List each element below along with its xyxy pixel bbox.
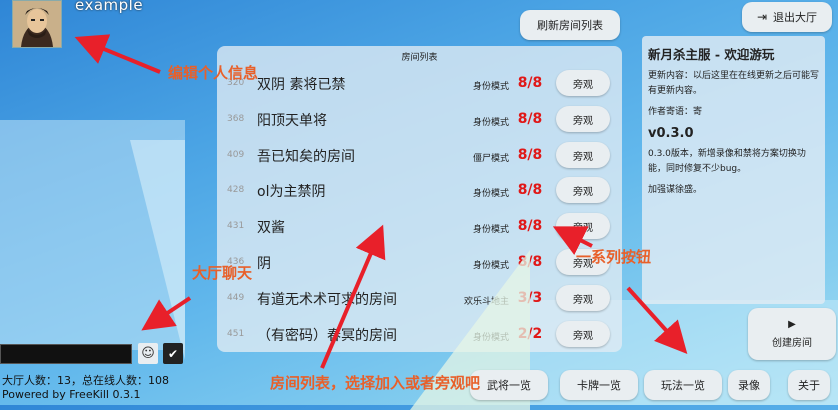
room-player-count: 8/8 [517,111,543,127]
about-button[interactable]: 关于 [788,370,830,400]
server-info-panel: 新月杀主服 - 欢迎游玩 更新内容：以后这里在在线更新之后可能写有更新内容。 作… [642,36,825,304]
update-text: 更新内容：以后这里在在线更新之后可能写有更新内容。 [648,71,820,96]
room-player-count: 8/8 [517,218,543,234]
annotation-lobby-chat: 大厅聊天 [192,264,253,282]
server-info-title: 新月杀主服 - 欢迎游玩 [648,47,775,62]
room-id: 368 [227,114,245,124]
spectate-button[interactable]: 旁观 [556,177,610,203]
general-overview-button[interactable]: 武将一览 [470,370,548,400]
arrow-profile [74,34,161,74]
annotation-profile: 编辑个人信息 [168,64,259,82]
spectate-button[interactable]: 旁观 [556,321,610,347]
room-name: ol为主禁阴 [257,184,326,200]
checkmark-icon[interactable]: ✔ [163,343,183,364]
author-text: 作者寄语：寄 [648,107,703,117]
create-room-label: 创建房间 [772,338,812,349]
room-mode: 身份模式 [472,189,509,199]
replay-button[interactable]: 录像 [728,370,770,400]
annotation-buttons: 一系列按钮 [576,248,652,266]
room-row[interactable]: 320 双阴 素将已禁 身份模式 8/8 旁观 [217,66,622,102]
version-notes: 0.3.0版本，新增录像和禁将方案切换功能，同时修复不少bug。 [648,149,806,174]
powered-by: Powered by FreeKill 0.3.1 [2,388,141,401]
spectate-button[interactable]: 旁观 [556,142,610,168]
avatar[interactable] [12,0,62,48]
room-name: 双阴 素将已禁 [257,77,346,93]
username: example [75,0,144,14]
room-name: 阴 [257,256,271,272]
room-mode: 身份模式 [472,225,509,235]
refresh-room-list-button[interactable]: 刷新房间列表 [520,10,620,40]
annotation-room-list: 房间列表，选择加入或者旁观吧 [270,374,481,392]
room-name: 有道无术术可求的房间 [257,292,397,308]
create-room-button[interactable]: ▶ 创建房间 [748,308,836,360]
play-icon: ▶ [788,319,796,330]
exit-lobby-label: 退出大厅 [773,11,818,24]
room-player-count: 8/8 [517,182,543,198]
room-player-count: 8/8 [517,75,543,91]
avatar-portrait-icon [13,1,61,47]
exit-lobby-button[interactable]: ⇥ 退出大厅 [742,2,832,32]
spectate-button[interactable]: 旁观 [556,285,610,311]
room-mode: 身份模式 [472,118,509,128]
room-mode: 僵尸模式 [472,154,509,164]
spectate-button[interactable]: 旁观 [556,106,610,132]
version-heading: v0.3.0 [648,126,694,141]
room-name: （有密码）春冥的房间 [257,328,397,344]
room-name: 吾已知矣的房间 [257,149,355,165]
card-overview-button[interactable]: 卡牌一览 [560,370,638,400]
lobby-stats: 大厅人数：13，总在线人数：108 [2,374,169,387]
room-player-count: 8/8 [517,147,543,163]
lobby-chat-input[interactable] [0,344,132,364]
mode-overview-button[interactable]: 玩法一览 [644,370,722,400]
extra-note: 加强谋徐盛。 [648,185,703,195]
spectate-button[interactable]: 旁观 [556,213,610,239]
exit-icon: ⇥ [756,10,768,24]
room-id: 431 [227,221,245,231]
room-id: 428 [227,185,245,195]
spectate-button[interactable]: 旁观 [556,70,610,96]
room-row[interactable]: 368 阳顶天单将 身份模式 8/8 旁观 [217,102,622,138]
room-name: 阳顶天单将 [257,113,327,129]
background-triangle [40,140,185,360]
room-id: 451 [227,329,245,339]
room-list-title: 房间列表 [401,53,438,63]
room-row[interactable]: 428 ol为主禁阴 身份模式 8/8 旁观 [217,173,622,209]
room-row[interactable]: 409 吾已知矣的房间 僵尸模式 8/8 旁观 [217,138,622,174]
room-row[interactable]: 431 双酱 身份模式 8/8 旁观 [217,209,622,245]
room-mode: 身份模式 [472,82,509,92]
smiley-icon[interactable]: ☺ [138,343,158,364]
room-name: 双酱 [257,220,285,236]
room-id: 409 [227,150,245,160]
room-id: 449 [227,293,245,303]
